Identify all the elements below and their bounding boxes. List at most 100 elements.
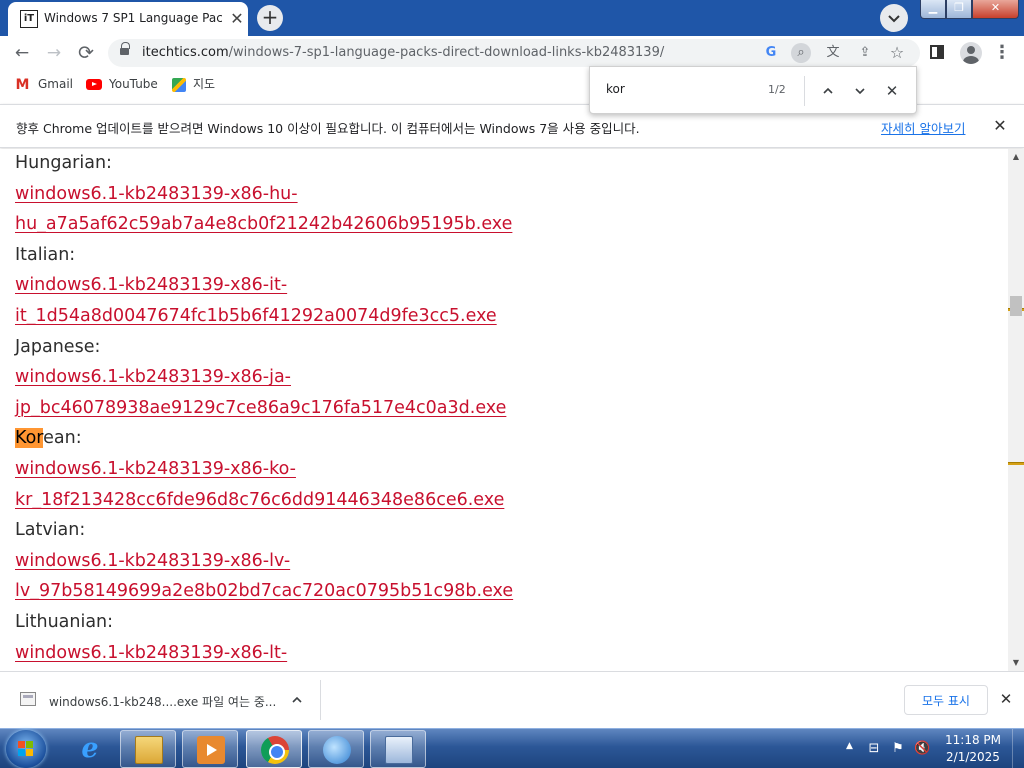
- taskbar-network[interactable]: [308, 730, 364, 768]
- language-label: Italian:: [15, 244, 76, 265]
- volume-muted-icon[interactable]: 🔇: [914, 741, 930, 757]
- start-button[interactable]: [6, 730, 46, 768]
- maximize-button[interactable]: ❐: [946, 0, 972, 19]
- download-link[interactable]: windows6.1-kb2483139-x86-hu-: [15, 179, 298, 209]
- shelf-close-icon[interactable]: ✕: [996, 689, 1016, 709]
- tab-strip: iT Windows 7 SP1 Language Packs ✕ + ▁ ❐ …: [0, 0, 1024, 36]
- language-label-rest: ean:: [43, 428, 82, 449]
- side-panel-icon[interactable]: [930, 45, 944, 59]
- download-item-name[interactable]: windows6.1-kb248....exe 파일 여는 중...: [49, 693, 276, 710]
- chevron-down-icon: [855, 88, 865, 95]
- bookmark-maps[interactable]: 지도: [172, 75, 215, 93]
- url-text[interactable]: itechtics.com/windows-7-sp1-language-pac…: [142, 45, 664, 60]
- taskbar-explorer[interactable]: [120, 730, 176, 768]
- url-domain: itechtics.com: [142, 45, 229, 60]
- forward-button[interactable]: →: [40, 39, 68, 67]
- download-link[interactable]: windows6.1-kb2483139-x86-lv-: [15, 546, 290, 576]
- info-message: 향후 Chrome 업데이트를 받으려면 Windows 10 이상이 필요합니…: [16, 121, 640, 136]
- clock-date[interactable]: 2/1/2025: [938, 750, 1008, 764]
- taskbar-media-player[interactable]: [182, 730, 238, 768]
- find-close-button[interactable]: ✕: [882, 81, 902, 101]
- restore-icon: ❐: [954, 1, 964, 14]
- show-desktop-button[interactable]: [1012, 729, 1024, 768]
- page-content: Hungarian: windows6.1-kb2483139-x86-hu-hu…: [0, 149, 1008, 671]
- language-label: Lithuanian:: [15, 612, 114, 632]
- find-highlight: Kor: [15, 428, 44, 449]
- language-label: Japanese:: [15, 336, 101, 357]
- control-panel-icon: [385, 736, 413, 764]
- gmail-icon: M: [15, 76, 30, 93]
- find-previous-button[interactable]: [818, 81, 838, 101]
- download-shelf: windows6.1-kb248....exe 파일 여는 중... 모두 표시…: [0, 671, 1024, 728]
- bookmark-star-icon[interactable]: ☆: [887, 43, 907, 63]
- taskbar-chrome[interactable]: [246, 730, 302, 768]
- taskbar-internet-explorer[interactable]: e: [62, 730, 118, 768]
- download-link[interactable]: lv_97b58149699a2e8b02bd7cac720ac0795b51c…: [15, 576, 513, 606]
- scroll-up-arrow-icon[interactable]: ▲: [1008, 149, 1024, 165]
- find-next-button[interactable]: [850, 81, 870, 101]
- minimize-icon: ▁: [928, 1, 938, 14]
- clock-time[interactable]: 11:18 PM: [938, 733, 1008, 747]
- scroll-down-arrow-icon[interactable]: ▼: [1008, 655, 1024, 671]
- download-link[interactable]: windows6.1-kb2483139-x86-ko-: [15, 454, 296, 484]
- minimize-button[interactable]: ▁: [920, 0, 946, 19]
- tab-search-button[interactable]: [880, 4, 908, 32]
- tab-close-icon[interactable]: ✕: [227, 9, 247, 29]
- find-match-count: 1/2: [768, 83, 786, 96]
- bookmark-youtube[interactable]: YouTube: [86, 75, 158, 93]
- translate-icon[interactable]: 文: [823, 43, 843, 63]
- page-scrollbar[interactable]: ▲ ▼: [1008, 149, 1024, 671]
- tab-title: Windows 7 SP1 Language Packs: [44, 11, 222, 25]
- show-all-downloads-button[interactable]: 모두 표시: [904, 685, 988, 715]
- site-favicon-icon: iT: [20, 10, 38, 28]
- download-link[interactable]: windows6.1-kb2483139-x86-ja-: [15, 362, 291, 392]
- bookmark-label: 지도: [193, 77, 216, 91]
- browser-tab[interactable]: iT Windows 7 SP1 Language Packs ✕: [8, 2, 248, 36]
- learn-more-link[interactable]: 자세히 알아보기: [881, 118, 965, 137]
- find-divider: [804, 76, 805, 106]
- share-icon[interactable]: ⇪: [855, 43, 875, 63]
- windows-taskbar: e ▲ ⊟ ⚑ 🔇 11:18 PM 2/1/2025: [0, 728, 1024, 768]
- taskbar-control-panel[interactable]: [370, 730, 426, 768]
- lock-icon[interactable]: [120, 42, 130, 57]
- network-status-icon[interactable]: ⊟: [866, 741, 882, 757]
- youtube-icon: [86, 79, 102, 90]
- find-input[interactable]: [606, 82, 756, 96]
- scroll-thumb[interactable]: [1010, 296, 1022, 316]
- browser-toolbar: ← → ⟳ itechtics.com/windows-7-sp1-langua…: [0, 36, 1024, 70]
- language-label: Hungarian:: [15, 153, 112, 173]
- back-button[interactable]: ←: [8, 39, 36, 67]
- download-link[interactable]: windows6.1-kb2483139-x86-it-: [15, 270, 287, 300]
- find-in-page-icon[interactable]: ⌕: [791, 43, 811, 63]
- address-bar[interactable]: itechtics.com/windows-7-sp1-language-pac…: [108, 39, 920, 67]
- profile-avatar[interactable]: [960, 42, 982, 64]
- bookmark-label: Gmail: [38, 77, 74, 91]
- bookmark-gmail[interactable]: M Gmail: [14, 75, 73, 93]
- chevron-down-icon: [888, 15, 900, 23]
- show-hidden-icons-icon[interactable]: ▲: [846, 741, 853, 751]
- download-link[interactable]: windows6.1-kb2483139-x86-lt-: [15, 638, 287, 668]
- bookmark-label: YouTube: [109, 77, 158, 91]
- google-lens-icon[interactable]: G: [761, 43, 781, 63]
- new-tab-button[interactable]: +: [257, 5, 283, 31]
- download-link[interactable]: hu_a7a5af62c59ab7a4e8cb0f21242b42606b951…: [15, 209, 512, 239]
- chevron-up-icon: [292, 696, 302, 703]
- window-close-button[interactable]: ✕: [972, 0, 1019, 19]
- download-options-button[interactable]: [287, 690, 307, 710]
- shelf-divider: [320, 680, 321, 720]
- reload-button[interactable]: ⟳: [72, 39, 100, 67]
- system-tray: ▲ ⊟ ⚑ 🔇 11:18 PM 2/1/2025: [842, 729, 1024, 768]
- close-icon: ✕: [990, 1, 1001, 14]
- windows-logo-icon: [18, 741, 34, 757]
- action-center-flag-icon[interactable]: ⚑: [890, 741, 906, 757]
- url-path: /windows-7-sp1-language-packs-direct-dow…: [228, 45, 665, 60]
- info-close-icon[interactable]: ✕: [990, 116, 1010, 136]
- chevron-up-icon: [823, 87, 833, 94]
- download-link[interactable]: jp_bc46078938ae9129c7ce86a9c176fa517e4c0…: [15, 393, 506, 423]
- file-icon: [20, 692, 36, 706]
- download-link[interactable]: it_1d54a8d0047674fc1b5b6f41292a0074d9fe3…: [15, 301, 497, 331]
- download-link[interactable]: kr_18f213428cc6fde96d8c76c6dd91446348e86…: [15, 485, 504, 515]
- chrome-menu-icon[interactable]: ⋮: [993, 39, 1011, 67]
- window-controls: ▁ ❐ ✕: [920, 0, 1020, 19]
- language-label: Latvian:: [15, 520, 86, 541]
